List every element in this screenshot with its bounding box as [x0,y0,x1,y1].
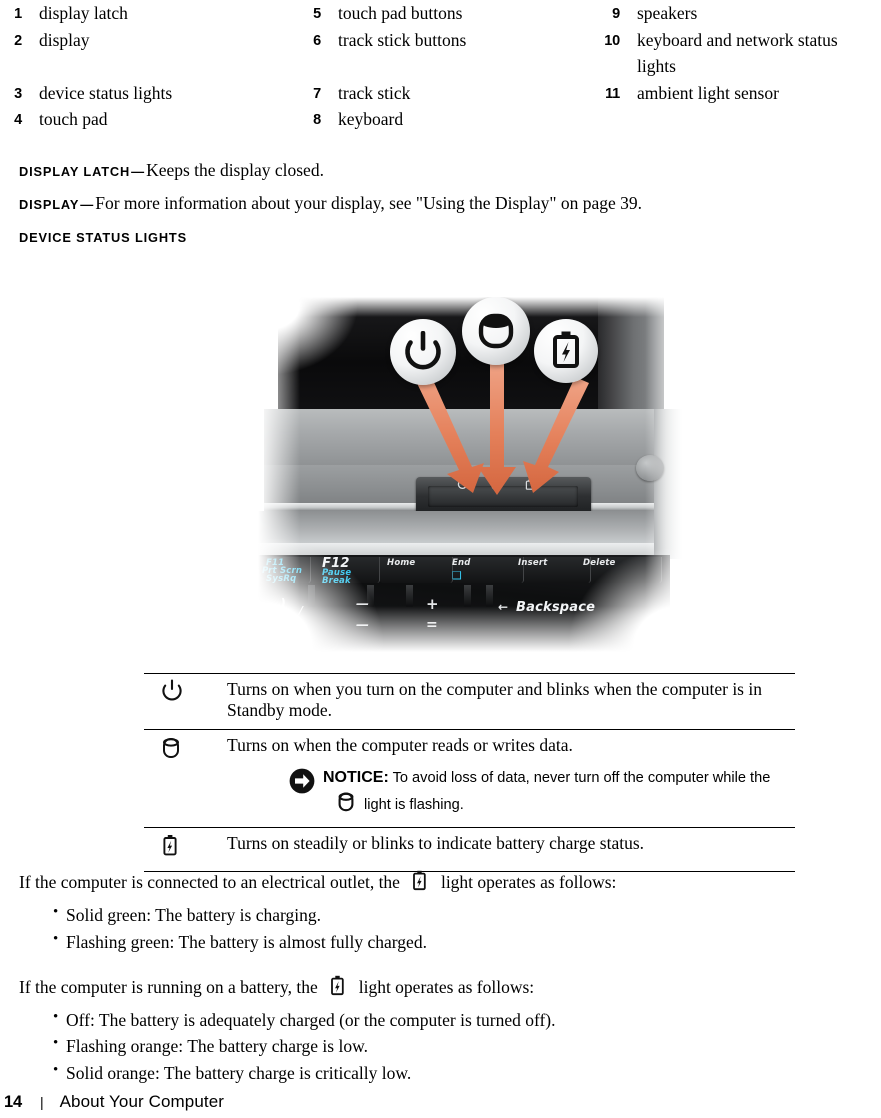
paragraph-ac-connected: If the computer is connected to an elect… [19,868,864,897]
device-status-lights-table: Turns on when you turn on the computer a… [144,673,795,873]
table-row-battery: Turns on steadily or blinks to indicate … [144,827,795,873]
legend-gutter [598,106,620,133]
legend-number: 6 [313,32,321,49]
hard-drive-icon [337,790,355,820]
definition-term: DEVICE STATUS LIGHTS [19,230,187,245]
row-text-hard-drive: Turns on when the computer reads or writ… [227,728,795,828]
notice-arrow-icon [289,768,315,799]
arrow-power [413,369,484,493]
photo-stage: F11 Prt Scrn SysRq F12 Pause Break Home … [258,297,683,652]
definition-text: For more information about your display,… [95,193,643,213]
row-text-line: Turns on when the computer reads or writ… [227,734,573,755]
legend-number: 1 [14,6,22,22]
battery-icon [329,974,346,1003]
list-item: Flashing orange: The battery charge is l… [53,1032,864,1060]
notice-callout: NOTICE: To avoid loss of data, never tur… [289,767,789,820]
row-icon-cell [144,673,227,730]
table-row-power: Turns on when you turn on the computer a… [144,673,795,730]
em-dash: — [80,197,94,212]
legend-number: 11 [605,85,620,102]
definition-text: Keeps the display closed. [146,160,324,180]
paragraph-on-battery: If the computer is running on a battery,… [19,973,864,1002]
legend-label-display-latch: display latch [39,3,128,23]
badge-hard-drive-icon [462,297,530,365]
notice-label: NOTICE: [323,769,389,787]
definition-list: DISPLAY LATCH— Keeps the display closed. … [19,160,864,259]
legend-label-display: display [39,29,90,50]
paragraph-text-after: light operates as follows: [358,976,535,997]
badge-power-icon [390,319,456,385]
page-number: 14 [4,1093,22,1111]
page-footer: 14 | About Your Computer [4,1092,224,1112]
legend-number: 5 [313,6,321,22]
notice-line1: To avoid loss of data, never turn off th… [392,770,771,787]
row-text-battery: Turns on steadily or blinks to indicate … [227,827,795,873]
legend-label-track-stick-buttons: track stick buttons [338,29,467,50]
notice-line2-wrap: light is flashing. [337,790,770,820]
arrow-battery [523,377,589,493]
legend-number: 8 [313,112,321,129]
list-item: Solid green: The battery is charging. [53,901,864,929]
table-row-hard-drive: Turns on when the computer reads or writ… [144,728,795,828]
legend-label-touch-pad-buttons: touch pad buttons [338,3,463,23]
battery-icon [161,835,179,863]
legend-label-device-status-lights: device status lights [39,82,173,103]
arrow-hard-drive [478,359,516,495]
em-dash: — [131,164,145,179]
legend-number: 9 [612,6,620,22]
legend-label-keyboard-network-status-lights: keyboard and network status lights [637,29,838,77]
paragraph-text-before: If the computer is connected to an elect… [19,872,400,892]
legend-number: 10 [604,32,620,49]
hard-drive-icon [161,737,181,765]
notice-line2: light is flashing. [364,797,464,814]
battery-icon [411,869,428,898]
definition-device-status-lights: DEVICE STATUS LIGHTS [19,226,864,247]
legend-label-speakers: speakers [637,3,698,23]
row-icon-cell [144,728,227,828]
legend-label-ambient-light-sensor: ambient light sensor [637,82,779,103]
definition-display: DISPLAY— For more information about your … [19,193,864,214]
row-icon-cell [144,827,227,873]
legend-gutter [621,106,851,133]
legend-number: 4 [14,112,22,129]
legend-label-touch-pad: touch pad [39,109,108,130]
paragraph-text-before: If the computer is running on a battery,… [19,976,318,997]
paragraph-text-after: light operates as follows: [440,872,617,892]
list-item: Solid orange: The battery charge is crit… [53,1059,864,1087]
status-lights-photo: F11 Prt Scrn SysRq F12 Pause Break Home … [258,297,683,652]
definition-term: DISPLAY LATCH [19,164,131,179]
definition-display-latch: DISPLAY LATCH— Keeps the display closed. [19,160,864,181]
notice-body: NOTICE: To avoid loss of data, never tur… [323,767,770,820]
legend-number: 7 [313,85,321,102]
footer-separator: | [39,1094,44,1110]
legend-label-keyboard: keyboard [338,109,404,130]
power-icon [161,679,183,707]
callout-legend: 1 display latch 5 touch pad buttons 9 sp… [0,0,881,133]
legend-number: 2 [14,32,22,49]
list-item: Flashing green: The battery is almost fu… [53,928,864,956]
legend-label-track-stick: track stick [338,82,411,103]
list-item: Off: The battery is adequately charged (… [53,1006,864,1034]
row-text-power: Turns on when you turn on the computer a… [227,673,795,730]
bullet-list-battery: Off: The battery is adequately charged (… [19,1006,864,1087]
bullet-list-ac: Solid green: The battery is charging. Fl… [19,901,864,956]
footer-section-title: About Your Computer [59,1092,225,1111]
definition-term: DISPLAY [19,197,80,212]
badge-battery-icon [534,319,598,383]
legend-number: 3 [14,85,22,102]
battery-light-behavior: If the computer is connected to an elect… [19,868,864,1087]
